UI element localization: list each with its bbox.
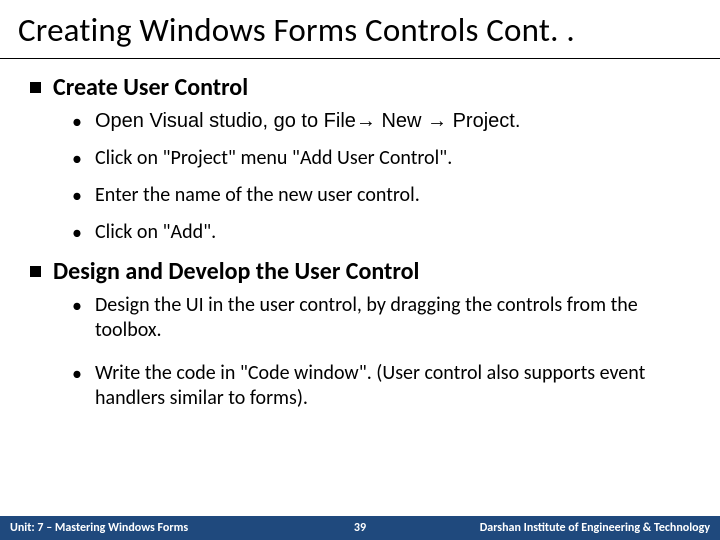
list-item: • Click on "Project" menu "Add User Cont…: [72, 146, 690, 171]
section-heading-text: Create User Control: [53, 73, 248, 103]
footer-page-number: 39: [330, 521, 390, 535]
bullet-text: Open Visual studio, go to File→ New → Pr…: [95, 109, 520, 134]
dot-bullet-icon: •: [72, 221, 84, 245]
section-1-bullets: • Open Visual studio, go to File→ New → …: [30, 109, 690, 245]
bullet-text: Click on "Project" menu "Add User Contro…: [95, 146, 452, 171]
dot-bullet-icon: •: [72, 184, 84, 208]
dot-bullet-icon: •: [72, 110, 84, 134]
slide-content: Create User Control • Open Visual studio…: [0, 59, 720, 411]
section-2: Design and Develop the User Control: [30, 257, 690, 287]
section-heading: Design and Develop the User Control: [30, 257, 690, 287]
section-2-bullets: • Design the UI in the user control, by …: [30, 293, 690, 411]
dot-bullet-icon: •: [72, 294, 84, 318]
footer: Unit: 7 – Mastering Windows Forms 39 Dar…: [0, 516, 720, 540]
bullet-text: Design the UI in the user control, by dr…: [95, 293, 690, 343]
bullet-text: Write the code in "Code window". (User c…: [95, 361, 690, 411]
list-item: • Open Visual studio, go to File→ New → …: [72, 109, 690, 134]
slide: Creating Windows Forms Controls Cont. . …: [0, 0, 720, 540]
bullet-text: Click on "Add".: [95, 220, 216, 245]
slide-title: Creating Windows Forms Controls Cont. .: [0, 0, 720, 59]
list-item: • Design the UI in the user control, by …: [72, 293, 690, 343]
footer-unit: Unit: 7 – Mastering Windows Forms: [0, 521, 330, 535]
square-bullet-icon: [30, 266, 41, 277]
square-bullet-icon: [30, 82, 41, 93]
section-1: Create User Control: [30, 73, 690, 103]
list-item: • Enter the name of the new user control…: [72, 183, 690, 208]
section-heading-text: Design and Develop the User Control: [53, 257, 419, 287]
bullet-text: Enter the name of the new user control.: [95, 183, 420, 208]
list-item: • Write the code in "Code window". (User…: [72, 361, 690, 411]
dot-bullet-icon: •: [72, 147, 84, 171]
footer-institute: Darshan Institute of Engineering & Techn…: [390, 521, 720, 535]
dot-bullet-icon: •: [72, 362, 84, 386]
list-item: • Click on "Add".: [72, 220, 690, 245]
section-heading: Create User Control: [30, 73, 690, 103]
